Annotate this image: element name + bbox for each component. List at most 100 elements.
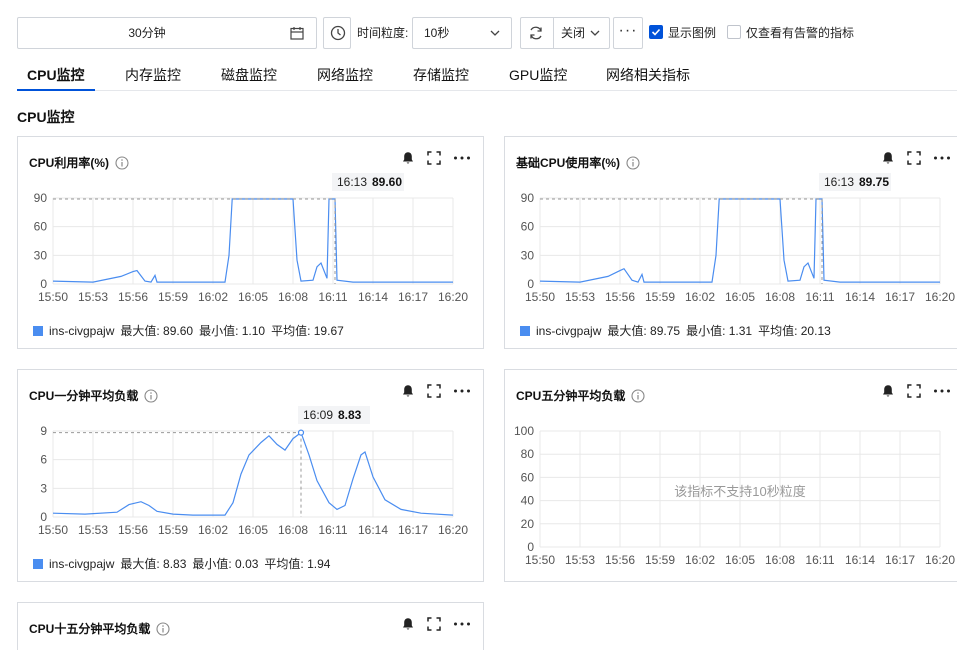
active-tab-indicator — [17, 89, 95, 91]
tab-disk[interactable]: 磁盘监控 — [221, 65, 277, 85]
y-tick-label: 0 — [40, 277, 47, 291]
chart[interactable]: 0 3 6 9 15:50 15:53 15:56 15:59 16:02 16:05 16:08 1… — [18, 370, 485, 583]
chart[interactable]: 0 30 60 90 15:50 15:53 15:56 15:59 16:02 16:05 16:… — [18, 137, 485, 350]
calendar-icon — [290, 27, 304, 40]
divider — [553, 18, 554, 48]
chart-legend[interactable]: ins-civgpajw 最大值: 8.83 最小值: 0.03 平均值: 1.94 — [33, 555, 330, 572]
x-tick-label: 15:53 — [78, 523, 108, 537]
chart[interactable]: 02040608010015:50 15:53 15:56 15:59 16:02 16:… — [505, 370, 957, 583]
x-tick-label: 15:59 — [158, 523, 188, 537]
x-tick-label: 15:56 — [605, 553, 635, 567]
no-data-message: 该指标不支持10秒粒度 — [674, 484, 806, 499]
legend-avg: 平均值: 19.67 — [271, 324, 344, 338]
chart-legend[interactable]: ins-civgpajw 最大值: 89.60 最小值: 1.10 平均值: 19.6… — [33, 322, 344, 339]
x-tick-label: 16:11 — [318, 523, 347, 537]
section-title: CPU监控 — [17, 109, 75, 125]
y-tick-label: 9 — [40, 424, 47, 438]
y-tick-label: 0 — [527, 540, 534, 554]
legend-swatch — [33, 558, 43, 569]
fullscreen-icon[interactable] — [427, 617, 441, 631]
clock-icon — [330, 25, 346, 41]
monitor-tabs: CPU监控 内存监控 磁盘监控 网络监控 存储监控 GPU监控 网络相关指标 — [17, 59, 957, 91]
more-icon: ··· — [618, 22, 638, 39]
tooltip: 16:09 8.83 — [298, 406, 370, 424]
x-tick-label: 16:08 — [278, 523, 308, 537]
legend-max: 最大值: 8.83 — [120, 557, 187, 571]
time-range-picker[interactable]: 30分钟 — [17, 17, 317, 49]
more-icon[interactable] — [453, 617, 471, 631]
auto-refresh-control[interactable]: 关闭 — [520, 17, 610, 49]
refresh-icon[interactable] — [528, 25, 544, 41]
show-legend-checkbox[interactable] — [649, 25, 663, 39]
x-tick-label: 16:08 — [765, 290, 795, 304]
granularity-label: 时间粒度: — [357, 26, 409, 40]
alert-only-checkbox[interactable] — [727, 25, 741, 39]
x-tick-label: 15:59 — [645, 290, 675, 304]
y-tick-label: 90 — [34, 191, 48, 205]
x-tick-label: 15:50 — [38, 523, 68, 537]
alert-only-label[interactable]: 仅查看有告警的指标 — [746, 17, 854, 49]
y-tick-label: 80 — [521, 447, 535, 461]
x-tick-label: 16:20 — [925, 553, 955, 567]
tooltip: 16:13 89.75 — [819, 173, 891, 191]
tooltip: 16:13 89.60 — [332, 173, 404, 191]
x-tick-label: 15:53 — [565, 553, 595, 567]
info-icon[interactable] — [156, 622, 170, 636]
x-tick-label: 15:53 — [565, 290, 595, 304]
hover-point — [297, 429, 305, 436]
chevron-down-icon — [590, 30, 600, 36]
chevron-down-icon — [490, 30, 500, 36]
y-tick-label: 60 — [521, 220, 535, 234]
x-tick-label: 16:02 — [685, 553, 715, 567]
tab-cpu[interactable]: CPU监控 — [27, 65, 85, 85]
legend-max: 最大值: 89.60 — [120, 324, 194, 338]
y-tick-label: 20 — [521, 517, 535, 531]
x-tick-label: 16:02 — [198, 290, 228, 304]
x-tick-label: 16:11 — [805, 553, 834, 567]
show-legend-label[interactable]: 显示图例 — [668, 17, 716, 49]
x-tick-label: 16:08 — [278, 290, 308, 304]
chart-legend[interactable]: ins-civgpajw 最大值: 89.75 最小值: 1.31 平均值: 20.1… — [520, 322, 831, 339]
chart[interactable]: 0 30 60 90 15:50 15:53 15:56 15:59 16:02 16:05 16:… — [505, 137, 957, 350]
tooltip-time: 16:09 — [303, 408, 333, 422]
x-tick-label: 16:20 — [438, 290, 468, 304]
more-options-button[interactable]: ··· — [613, 17, 643, 49]
tab-storage[interactable]: 存储监控 — [413, 65, 469, 85]
x-tick-label: 16:02 — [198, 523, 228, 537]
clock-button[interactable] — [323, 17, 351, 49]
tab-memory[interactable]: 内存监控 — [125, 65, 181, 85]
metric-card: 基础CPU使用率(%) 0 30 60 90 15:50 15:53 15:56 15:59 16… — [504, 136, 957, 349]
check-icon — [651, 28, 661, 36]
y-tick-label: 100 — [514, 424, 534, 438]
tab-network-metrics[interactable]: 网络相关指标 — [606, 65, 690, 85]
x-tick-label: 16:02 — [685, 290, 715, 304]
x-tick-label: 15:50 — [525, 290, 555, 304]
tab-gpu[interactable]: GPU监控 — [509, 65, 567, 85]
y-tick-label: 3 — [40, 481, 47, 495]
tab-network[interactable]: 网络监控 — [317, 65, 373, 85]
x-tick-label: 16:17 — [398, 290, 428, 304]
x-tick-label: 16:14 — [358, 290, 388, 304]
granularity-select[interactable]: 10秒 — [412, 17, 512, 49]
legend-instance: ins-civgpajw — [49, 323, 115, 338]
legend-swatch — [33, 325, 43, 336]
refresh-interval-value: 关闭 — [561, 26, 586, 40]
x-tick-label: 16:05 — [238, 523, 268, 537]
y-tick-label: 6 — [40, 453, 47, 467]
tooltip-value: 89.75 — [859, 175, 889, 189]
x-tick-label: 16:05 — [725, 290, 755, 304]
x-tick-label: 16:14 — [845, 290, 875, 304]
y-tick-label: 90 — [521, 191, 535, 205]
x-tick-label: 15:50 — [38, 290, 68, 304]
x-tick-label: 15:59 — [158, 290, 188, 304]
legend-instance: ins-civgpajw — [49, 556, 115, 571]
bell-icon[interactable] — [401, 617, 415, 631]
tooltip-value: 8.83 — [338, 408, 362, 422]
x-tick-label: 16:17 — [885, 553, 915, 567]
x-tick-label: 16:05 — [238, 290, 268, 304]
legend-avg: 平均值: 1.94 — [264, 557, 331, 571]
x-tick-label: 15:56 — [118, 290, 148, 304]
y-tick-label: 0 — [527, 277, 534, 291]
legend-max: 最大值: 89.75 — [607, 324, 681, 338]
legend-avg: 平均值: 20.13 — [758, 324, 831, 338]
